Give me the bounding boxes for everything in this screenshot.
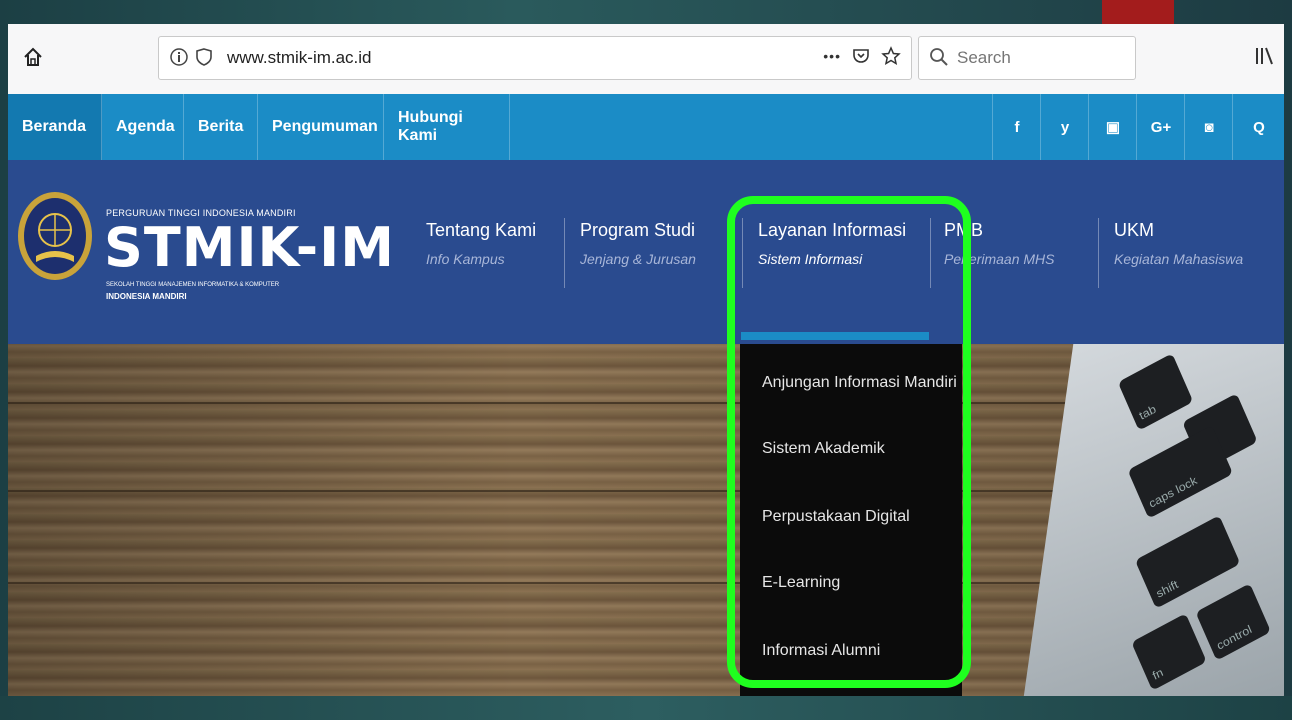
slide-bottom-strip [0,696,1292,720]
menu-subtitle: Jenjang & Jurusan [580,251,696,267]
menu-title: Program Studi [580,220,696,240]
hero-banner-image: tab A caps lock shift control fn [8,344,1284,696]
home-icon [24,47,42,66]
google-plus-link[interactable]: G+ [1136,94,1185,160]
instagram-icon: ◙ [1204,118,1214,136]
brand-name[interactable]: STMIK-IM [104,216,395,279]
nav-item-label: Beranda [22,118,87,135]
stmik-im-logo-icon[interactable] [16,190,94,282]
laptop-keyboard-image: tab A caps lock shift control fn [1022,344,1284,696]
keyboard-key: control [1195,583,1271,661]
site-search-button[interactable]: Q [1232,94,1284,160]
nav-item-label: Agenda [116,118,175,135]
nav-item-hubungi-kami[interactable]: Hubungi Kami [384,94,510,160]
page-actions-icon[interactable]: ••• [823,48,841,64]
menu-title: UKM [1114,220,1154,240]
nav-item-pengumuman[interactable]: Pengumuman [258,94,384,160]
instagram-link[interactable]: ◙ [1184,94,1233,160]
library-icon[interactable] [1252,44,1276,68]
keyboard-key: tab [1117,353,1194,431]
google-plus-icon: G+ [1150,118,1172,136]
menu-divider [1098,218,1099,288]
search-icon: Q [1253,118,1265,136]
menu-tentang-kami[interactable]: Tentang Kami Info Kampus [426,220,536,300]
keyboard-key: shift [1134,515,1241,609]
nav-item-label: Berita [198,118,244,135]
nav-item-agenda[interactable]: Agenda [102,94,184,160]
address-bar[interactable]: www.stmik-im.ac.id ••• [158,36,912,80]
facebook-link[interactable]: f [992,94,1041,160]
red-tab-decoration [1102,0,1174,24]
nav-item-berita[interactable]: Berita [184,94,258,160]
search-icon [930,48,948,66]
menu-title: Tentang Kami [426,220,537,240]
menu-subtitle: Info Kampus [426,251,505,267]
browser-search-box[interactable] [918,36,1136,80]
menu-divider [564,218,565,288]
twitter-link[interactable]: y [1040,94,1089,160]
keyboard-key: fn [1131,613,1207,691]
keyboard-key: caps lock [1127,425,1234,519]
info-icon[interactable] [169,47,189,67]
menu-ukm[interactable]: UKM Kegiatan Mahasiswa [1114,220,1243,300]
home-button[interactable] [18,42,48,72]
youtube-icon: ▣ [1105,119,1121,136]
pocket-icon[interactable] [851,46,871,66]
facebook-icon: f [1014,118,1020,136]
youtube-link[interactable]: ▣ [1088,94,1137,160]
nav-item-label: Pengumuman [272,118,378,135]
top-navigation: Beranda Agenda Berita Pengumuman Hubungi… [8,94,1284,160]
green-highlight-box [727,196,971,688]
shield-icon[interactable] [195,47,213,67]
menu-subtitle: Kegiatan Mahasiswa [1114,251,1244,267]
browser-toolbar: www.stmik-im.ac.id ••• [8,24,1284,95]
nav-item-label: Hubungi Kami [398,109,463,144]
brand-subtitle-2: INDONESIA MANDIRI [106,292,187,301]
brand-subtitle: SEKOLAH TINGGI MANAJEMEN INFORMATIKA & K… [106,282,280,288]
browser-screenshot: www.stmik-im.ac.id ••• Search Beranda Ag… [8,24,1284,696]
url-text[interactable]: www.stmik-im.ac.id [227,48,372,68]
search-input[interactable] [955,44,1129,72]
bookmark-star-icon[interactable] [881,46,901,66]
menu-program-studi[interactable]: Program Studi Jenjang & Jurusan [580,220,696,300]
site-header: PERGURUAN TINGGI INDONESIA MANDIRI STMIK… [8,160,1284,344]
nav-item-beranda[interactable]: Beranda [8,94,102,160]
twitter-icon: y [1060,118,1070,136]
